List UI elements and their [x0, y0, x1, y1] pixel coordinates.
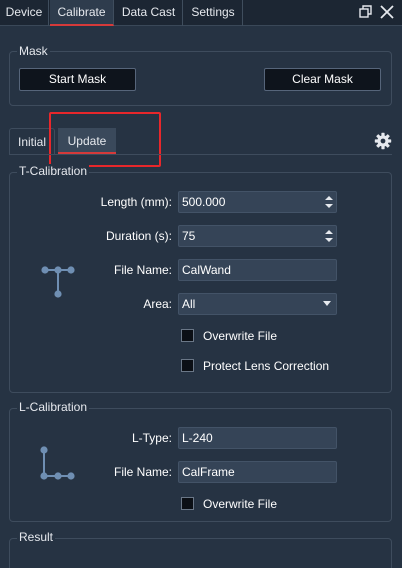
duration-label: Duration (s):: [105, 229, 172, 243]
t-calibration-title: T-Calibration: [17, 164, 90, 178]
ltype-label: L-Type:: [131, 431, 172, 445]
file-name-label: File Name:: [113, 263, 172, 277]
close-icon[interactable]: [379, 4, 395, 20]
spin-arrows-icon[interactable]: [325, 228, 333, 244]
area-value: All: [182, 297, 196, 311]
highlight-box: [49, 112, 161, 167]
protect-lens-correction-checkbox[interactable]: [181, 359, 194, 372]
ltype-input[interactable]: L-240: [178, 427, 337, 449]
spin-arrows-icon[interactable]: [325, 194, 333, 210]
length-stepper[interactable]: 500.000: [178, 191, 337, 213]
clear-mask-button[interactable]: Clear Mask: [264, 68, 381, 91]
l-file-name-label: File Name:: [113, 465, 172, 479]
tab-calibrate[interactable]: Calibrate: [50, 0, 114, 26]
restore-window-icon[interactable]: [358, 4, 374, 20]
duration-stepper[interactable]: 75: [178, 225, 337, 247]
tab-divider: [9, 154, 392, 155]
mask-title: Mask: [17, 44, 50, 58]
overwrite-file-label: Overwrite File: [203, 329, 278, 343]
l-overwrite-file-label: Overwrite File: [203, 497, 278, 511]
protect-lens-correction-label: Protect Lens Correction: [203, 359, 330, 373]
top-tab-bar: Device Calibrate Data Cast Settings: [0, 0, 402, 26]
result-group: [9, 538, 392, 568]
tab-data-cast[interactable]: Data Cast: [115, 0, 183, 26]
l-overwrite-file-checkbox[interactable]: [181, 497, 194, 510]
tab-device[interactable]: Device: [0, 0, 49, 26]
result-title: Result: [17, 530, 56, 544]
overwrite-file-checkbox[interactable]: [181, 329, 194, 342]
area-select[interactable]: All: [178, 293, 337, 315]
duration-value: 75: [182, 229, 196, 243]
l-file-name-input[interactable]: CalFrame: [178, 461, 337, 483]
chevron-down-icon: [323, 301, 331, 306]
area-label: Area:: [143, 297, 172, 311]
t-file-name-input[interactable]: CalWand: [178, 259, 337, 281]
length-value: 500.000: [182, 195, 226, 209]
gear-icon[interactable]: [374, 132, 392, 150]
l-calibration-title: L-Calibration: [17, 400, 90, 414]
tab-settings[interactable]: Settings: [184, 0, 243, 26]
length-label: Length (mm):: [100, 195, 172, 209]
start-mask-button[interactable]: Start Mask: [19, 68, 136, 91]
